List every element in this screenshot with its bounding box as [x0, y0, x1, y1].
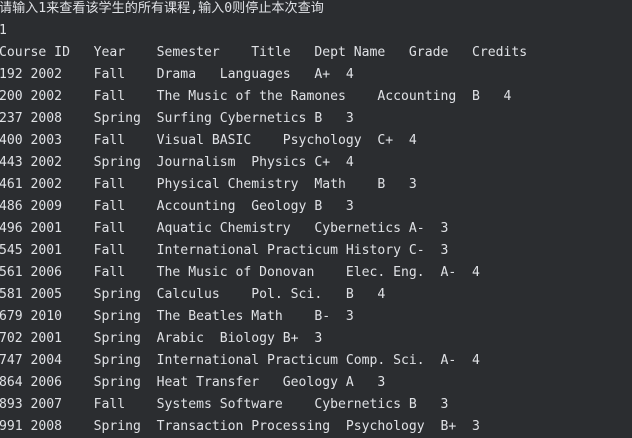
table-row: 400 2003 Fall Visual BASIC Psychology C+… — [0, 133, 417, 148]
table-row: 237 2008 Spring Surfing Cybernetics B 3 — [0, 111, 354, 126]
prompt-text: 请输入1来查看该学生的所有课程,输入0则停止本次查询 — [0, 1, 324, 16]
table-row: 545 2001 Fall International Practicum Hi… — [0, 243, 449, 258]
user-input-text: 1 — [0, 23, 7, 38]
table-row: 702 2001 Spring Arabic Biology B+ 3 — [0, 331, 323, 346]
table-row: 893 2007 Fall Systems Software Cyberneti… — [0, 397, 449, 412]
console-output[interactable]: 请输入1来查看该学生的所有课程,输入0则停止本次查询 1 Course ID Y… — [0, 0, 632, 435]
table-row: 747 2004 Spring International Practicum … — [0, 353, 480, 368]
table-row: 581 2005 Spring Calculus Pol. Sci. B 4 — [0, 287, 386, 302]
table-row: 991 2008 Spring Transaction Processing P… — [0, 419, 480, 434]
table-row: 561 2006 Fall The Music of Donovan Elec.… — [0, 265, 480, 280]
table-row: 486 2009 Fall Accounting Geology B 3 — [0, 199, 354, 214]
table-row: 461 2002 Fall Physical Chemistry Math B … — [0, 177, 417, 192]
table-row: 496 2001 Fall Aquatic Chemistry Cybernet… — [0, 221, 449, 236]
table-row: 864 2006 Spring Heat Transfer Geology A … — [0, 375, 386, 390]
table-row: 679 2010 Spring The Beatles Math B- 3 — [0, 309, 354, 324]
table-header: Course ID Year Semester Title Dept Name … — [0, 45, 528, 60]
table-row: 200 2002 Fall The Music of the Ramones A… — [0, 89, 512, 104]
table-row: 443 2002 Spring Journalism Physics C+ 4 — [0, 155, 354, 170]
table-row: 192 2002 Fall Drama Languages A+ 4 — [0, 67, 354, 82]
